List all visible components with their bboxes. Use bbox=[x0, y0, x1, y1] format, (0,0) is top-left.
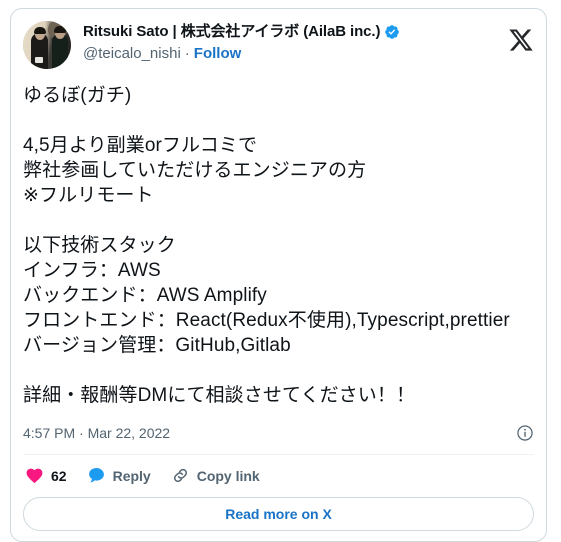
author-identity: Ritsuki Sato | 株式会社アイラボ (AilaB inc.) @te… bbox=[83, 21, 400, 64]
tweet-actions-row: 62 Reply Copy link bbox=[23, 455, 534, 497]
x-logo-icon[interactable] bbox=[508, 27, 534, 53]
like-button[interactable]: 62 bbox=[25, 466, 67, 485]
reply-label: Reply bbox=[112, 467, 151, 484]
tweet-header: Ritsuki Sato | 株式会社アイラボ (AilaB inc.) @te… bbox=[23, 21, 534, 69]
like-count: 62 bbox=[51, 467, 67, 484]
tweet-text: ゆるぼ(ガチ) 4,5月より副業orフルコミで 弊社参画していただけるエンジニア… bbox=[23, 85, 510, 406]
heart-icon bbox=[25, 466, 44, 485]
tweet-meta-row: 4:57 PM · Mar 22, 2022 bbox=[23, 424, 534, 455]
speech-bubble-icon bbox=[87, 466, 106, 485]
info-circle-icon[interactable] bbox=[516, 424, 534, 442]
link-icon bbox=[171, 466, 190, 485]
copy-link-button[interactable]: Copy link bbox=[171, 466, 260, 485]
tweet-card: Ritsuki Sato | 株式会社アイラボ (AilaB inc.) @te… bbox=[10, 8, 547, 542]
reply-button[interactable]: Reply bbox=[87, 466, 151, 485]
avatar-name-tag bbox=[35, 57, 43, 63]
avatar[interactable] bbox=[23, 21, 71, 69]
avatar-person-right-body bbox=[52, 34, 68, 69]
read-more-label: Read more on X bbox=[225, 506, 332, 522]
read-more-button[interactable]: Read more on X bbox=[23, 497, 534, 531]
author-handle[interactable]: @teicalo_nishi bbox=[83, 44, 181, 64]
author-display-name[interactable]: Ritsuki Sato | 株式会社アイラボ (AilaB inc.) bbox=[83, 22, 380, 42]
handle-separator: · bbox=[184, 45, 190, 62]
verified-badge-icon bbox=[384, 24, 400, 40]
author-handle-row: @teicalo_nishi · Follow bbox=[83, 44, 400, 64]
follow-link[interactable]: Follow bbox=[194, 44, 242, 64]
avatar-person-left-hair bbox=[34, 27, 46, 34]
author-name-row: Ritsuki Sato | 株式会社アイラボ (AilaB inc.) bbox=[83, 22, 400, 42]
copy-link-label: Copy link bbox=[196, 467, 260, 484]
tweet-timestamp[interactable]: 4:57 PM · Mar 22, 2022 bbox=[23, 424, 170, 442]
avatar-person-right-hair bbox=[54, 26, 66, 33]
